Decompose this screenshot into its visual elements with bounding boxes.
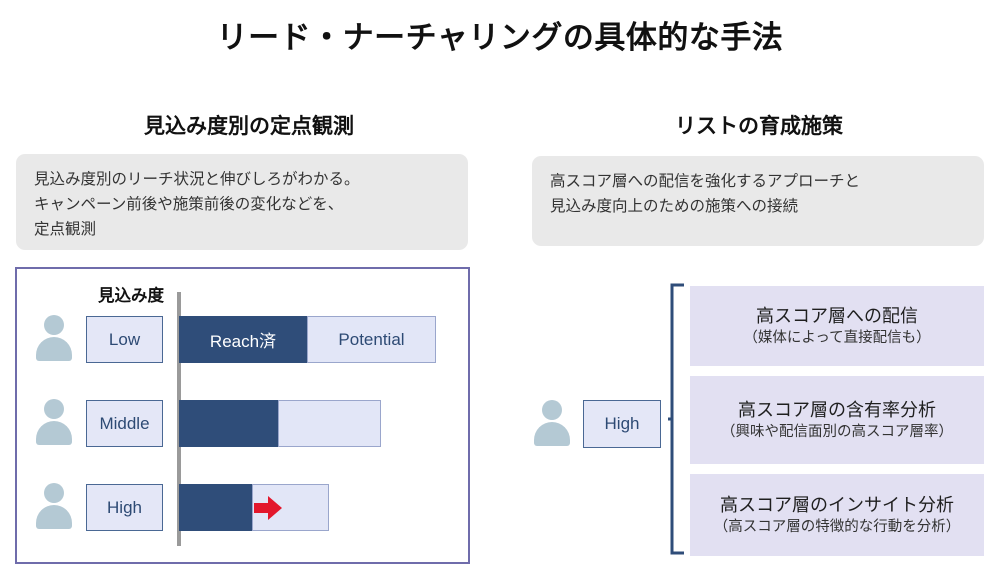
left-description-box: 見込み度別のリーチ状況と伸びしろがわかる。 キャンペーン前後や施策前後の変化など… — [16, 154, 468, 250]
legend-potential-label: Potential — [338, 329, 405, 349]
grouping-bracket-icon — [668, 283, 684, 555]
right-description-line-1: 高スコア層への配信を強化するアプローチと — [550, 173, 861, 190]
action-card-subtitle: （高スコア層の特徴的な行動を分析） — [713, 518, 961, 535]
bar-segment-potential: Potential — [307, 316, 436, 363]
action-card[interactable]: 高スコア層の含有率分析 （興味や配信面別の高スコア層率） — [690, 376, 984, 464]
person-body — [36, 505, 72, 529]
person-body — [36, 337, 72, 361]
bar-row-low: Reach済 Potential — [179, 316, 439, 363]
person-head — [44, 399, 64, 419]
person-body — [36, 421, 72, 445]
action-card[interactable]: 高スコア層のインサイト分析 （高スコア層の特徴的な行動を分析） — [690, 474, 984, 556]
chart-axis-caption: 見込み度 — [98, 287, 164, 305]
category-chip-low-label: Low — [108, 329, 141, 349]
left-description-line-1: 見込み度別のリーチ状況と伸びしろがわかる。 — [34, 171, 360, 188]
person-head — [542, 400, 562, 420]
growth-arrow-icon — [254, 496, 282, 520]
category-chip-high-label: High — [107, 497, 142, 517]
bar-segment-potential — [278, 400, 381, 447]
prospect-chart-panel: 見込み度 Low Reach済 Potential Middle High — [15, 267, 470, 564]
bar-segment-reached — [179, 400, 278, 447]
bar-segment-reached — [179, 484, 252, 531]
segment-chip-high-label: High — [604, 414, 640, 433]
person-head — [44, 315, 64, 335]
action-card-title: 高スコア層の含有率分析 — [738, 399, 936, 420]
page-title: リード・ナーチャリングの具体的な手法 — [216, 20, 784, 55]
right-section-heading: リストの育成施策 — [675, 115, 843, 138]
action-card-subtitle: （媒体によって直接配信も） — [743, 329, 931, 346]
category-chip-middle[interactable]: Middle — [86, 400, 163, 447]
slide-canvas: リード・ナーチャリングの具体的な手法 見込み度別の定点観測 見込み度別のリーチ状… — [0, 0, 1000, 585]
bar-row-high — [179, 484, 331, 531]
left-description-line-3: 定点観測 — [34, 221, 97, 239]
category-chip-high[interactable]: High — [86, 484, 163, 531]
bar-segment-reached: Reach済 — [179, 316, 307, 363]
segment-chip-high[interactable]: High — [583, 400, 661, 448]
person-icon — [35, 483, 73, 529]
person-icon — [533, 400, 571, 446]
legend-reached-label: Reach済 — [209, 332, 277, 351]
left-section-heading: 見込み度別の定点観測 — [144, 115, 354, 138]
person-icon — [35, 399, 73, 445]
person-head — [44, 483, 64, 503]
person-icon — [35, 315, 73, 361]
action-card-subtitle: （興味や配信面別の高スコア層率） — [721, 423, 953, 440]
person-body — [534, 422, 570, 446]
category-chip-low[interactable]: Low — [86, 316, 163, 363]
category-chip-middle-label: Middle — [99, 413, 150, 433]
action-card-title: 高スコア層のインサイト分析 — [720, 494, 954, 515]
right-description-box: 高スコア層への配信を強化するアプローチと 見込み度向上のための施策への接続 — [532, 156, 984, 246]
right-description-line-2: 見込み度向上のための施策への接続 — [550, 198, 799, 216]
left-description-line-2: キャンペーン前後や施策前後の変化などを、 — [34, 196, 344, 214]
action-card[interactable]: 高スコア層への配信 （媒体によって直接配信も） — [690, 286, 984, 366]
bar-row-middle — [179, 400, 384, 447]
action-card-title: 高スコア層への配信 — [756, 305, 918, 326]
